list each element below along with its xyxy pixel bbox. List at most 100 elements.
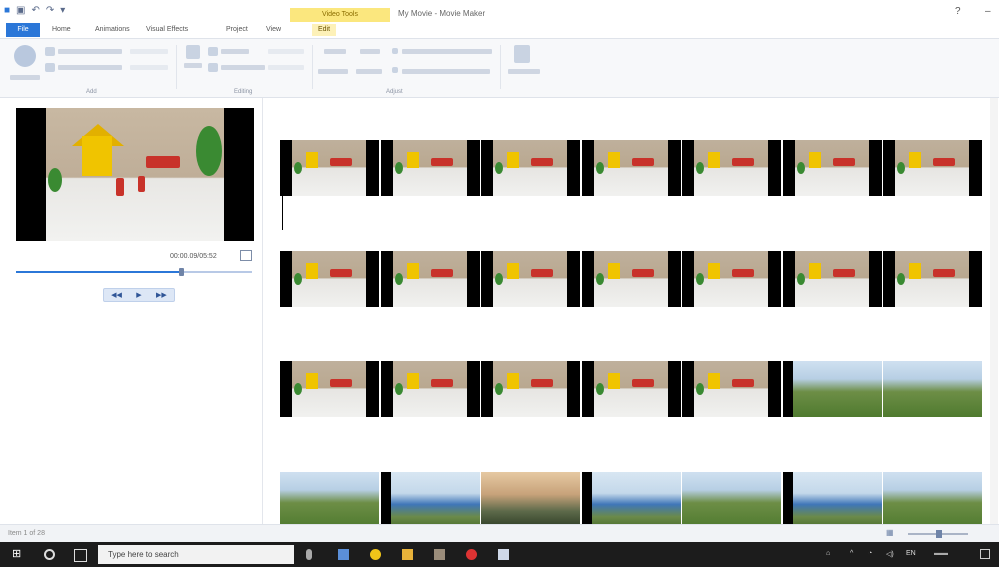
- clip-thumbnail: [292, 361, 366, 417]
- preview-pane: 00:00.09/05:52 ◀◀ ▶ ▶▶: [0, 98, 263, 524]
- checkbox-icon[interactable]: [392, 67, 398, 73]
- tray-people-icon[interactable]: ⌂: [826, 550, 830, 557]
- zoom-slider[interactable]: [908, 530, 968, 538]
- storyboard-clip[interactable]: [280, 472, 379, 528]
- help-icon[interactable]: ?: [955, 6, 961, 17]
- storyboard-clip[interactable]: [883, 361, 982, 417]
- clip-thumbnail: [493, 361, 567, 417]
- clip-thumbnail: [392, 251, 467, 307]
- movie-maker-app-icon[interactable]: [338, 549, 349, 560]
- clock[interactable]: ▬▬: [934, 550, 948, 557]
- storyboard-clip[interactable]: [682, 361, 781, 417]
- ribbon-tab-strip: File Home Animations Visual Effects Proj…: [0, 22, 999, 39]
- storyboard-clip[interactable]: [481, 361, 580, 417]
- video-preview[interactable]: [16, 108, 254, 241]
- seek-progress: [16, 271, 182, 273]
- add-music-icon[interactable]: [45, 63, 55, 72]
- ribbon-group-add: Add: [86, 89, 97, 95]
- storyboard-clip[interactable]: [581, 361, 681, 417]
- minimize-button[interactable]: –: [985, 6, 991, 17]
- search-icon[interactable]: [44, 549, 55, 560]
- tab-edit[interactable]: Edit: [312, 24, 337, 36]
- clip-thumbnail: [591, 472, 681, 528]
- zoom-handle[interactable]: [936, 530, 942, 538]
- storyboard-clip[interactable]: [481, 140, 580, 196]
- storyboard-clip[interactable]: [581, 140, 681, 196]
- storyboard-clip[interactable]: [280, 140, 379, 196]
- quick-access-toolbar: ■ ▣ ↶ ↷ ▾: [4, 5, 65, 16]
- app-icon[interactable]: [434, 549, 445, 560]
- video-stabilization-icon[interactable]: [514, 45, 530, 63]
- start-icon[interactable]: ⊞: [12, 547, 23, 560]
- storyboard-clip[interactable]: [883, 472, 982, 528]
- storyboard-clip[interactable]: [380, 361, 480, 417]
- network-icon[interactable]: ◔: [868, 550, 872, 557]
- seek-bar[interactable]: [16, 268, 252, 276]
- document-icon[interactable]: [498, 549, 509, 560]
- storyboard-clip[interactable]: [481, 251, 580, 307]
- storyboard-clip[interactable]: [782, 361, 882, 417]
- set-start-icon[interactable]: [208, 63, 218, 72]
- chrome-icon[interactable]: [370, 549, 381, 560]
- clip-thumbnail: [493, 140, 567, 196]
- storyboard-scrollbar[interactable]: [990, 98, 998, 524]
- seek-handle[interactable]: [179, 268, 185, 276]
- undo-icon[interactable]: ↶: [32, 5, 40, 16]
- language-icon[interactable]: EN: [906, 550, 916, 557]
- storyboard-clip[interactable]: [380, 472, 480, 528]
- tab-animations[interactable]: Animations: [95, 24, 130, 36]
- storyboard-clip[interactable]: [280, 361, 379, 417]
- thumbnail-size-icon[interactable]: ▦: [886, 528, 894, 537]
- chevron-down-icon[interactable]: ▾: [60, 5, 65, 16]
- clip-thumbnail: [883, 361, 982, 417]
- storyboard-clip[interactable]: [481, 472, 580, 528]
- storyboard-clip[interactable]: [883, 251, 982, 307]
- tab-view[interactable]: View: [266, 24, 281, 36]
- storyboard-clip[interactable]: [682, 251, 781, 307]
- storyboard-clip[interactable]: [782, 140, 882, 196]
- save-icon[interactable]: ▣: [16, 5, 25, 16]
- task-view-icon[interactable]: [74, 549, 87, 562]
- paste-icon[interactable]: [14, 45, 36, 67]
- next-frame-button[interactable]: ▶▶: [156, 291, 167, 299]
- clip-thumbnail: [694, 251, 768, 307]
- storyboard-clip[interactable]: [782, 472, 882, 528]
- clip-thumbnail: [493, 251, 567, 307]
- taskbar-search-input[interactable]: Type here to search: [98, 545, 294, 564]
- storyboard-clip[interactable]: [380, 251, 480, 307]
- clip-thumbnail: [895, 251, 969, 307]
- clip-thumbnail: [792, 472, 882, 528]
- playback-controls: ◀◀ ▶ ▶▶: [103, 288, 175, 302]
- redo-icon[interactable]: ↷: [46, 5, 54, 16]
- storyboard-clip[interactable]: [883, 140, 982, 196]
- tab-file[interactable]: File: [6, 23, 40, 37]
- tray-chevron-icon[interactable]: ^: [850, 550, 853, 557]
- play-button[interactable]: ▶: [136, 291, 141, 299]
- file-explorer-icon[interactable]: [402, 549, 413, 560]
- tab-project[interactable]: Project: [226, 24, 248, 36]
- opera-icon[interactable]: [466, 549, 477, 560]
- storyboard-clip[interactable]: [682, 472, 781, 528]
- checkbox-icon[interactable]: [392, 48, 398, 54]
- previous-frame-button[interactable]: ◀◀: [111, 291, 122, 299]
- storyboard: [263, 98, 999, 528]
- tab-visual-effects[interactable]: Visual Effects: [146, 24, 188, 36]
- storyboard-clip[interactable]: [280, 251, 379, 307]
- trim-tool-icon[interactable]: [208, 47, 218, 56]
- playhead[interactable]: [282, 140, 283, 230]
- notification-icon[interactable]: [980, 549, 990, 559]
- add-videos-icon[interactable]: [45, 47, 55, 56]
- storyboard-clip[interactable]: [380, 140, 480, 196]
- storyboard-clip[interactable]: [581, 472, 681, 528]
- microphone-icon[interactable]: [306, 549, 312, 560]
- storyboard-clip[interactable]: [782, 251, 882, 307]
- storyboard-clip[interactable]: [581, 251, 681, 307]
- clip-thumbnail: [292, 251, 366, 307]
- expand-preview-icon[interactable]: [240, 250, 252, 261]
- ribbon-group-adjust: Adjust: [386, 89, 403, 95]
- tab-home[interactable]: Home: [52, 24, 71, 36]
- storyboard-clip[interactable]: [682, 140, 781, 196]
- ribbon: Add Editing Adjust: [0, 39, 999, 98]
- split-icon[interactable]: [186, 45, 200, 59]
- volume-icon[interactable]: ◁): [886, 550, 894, 558]
